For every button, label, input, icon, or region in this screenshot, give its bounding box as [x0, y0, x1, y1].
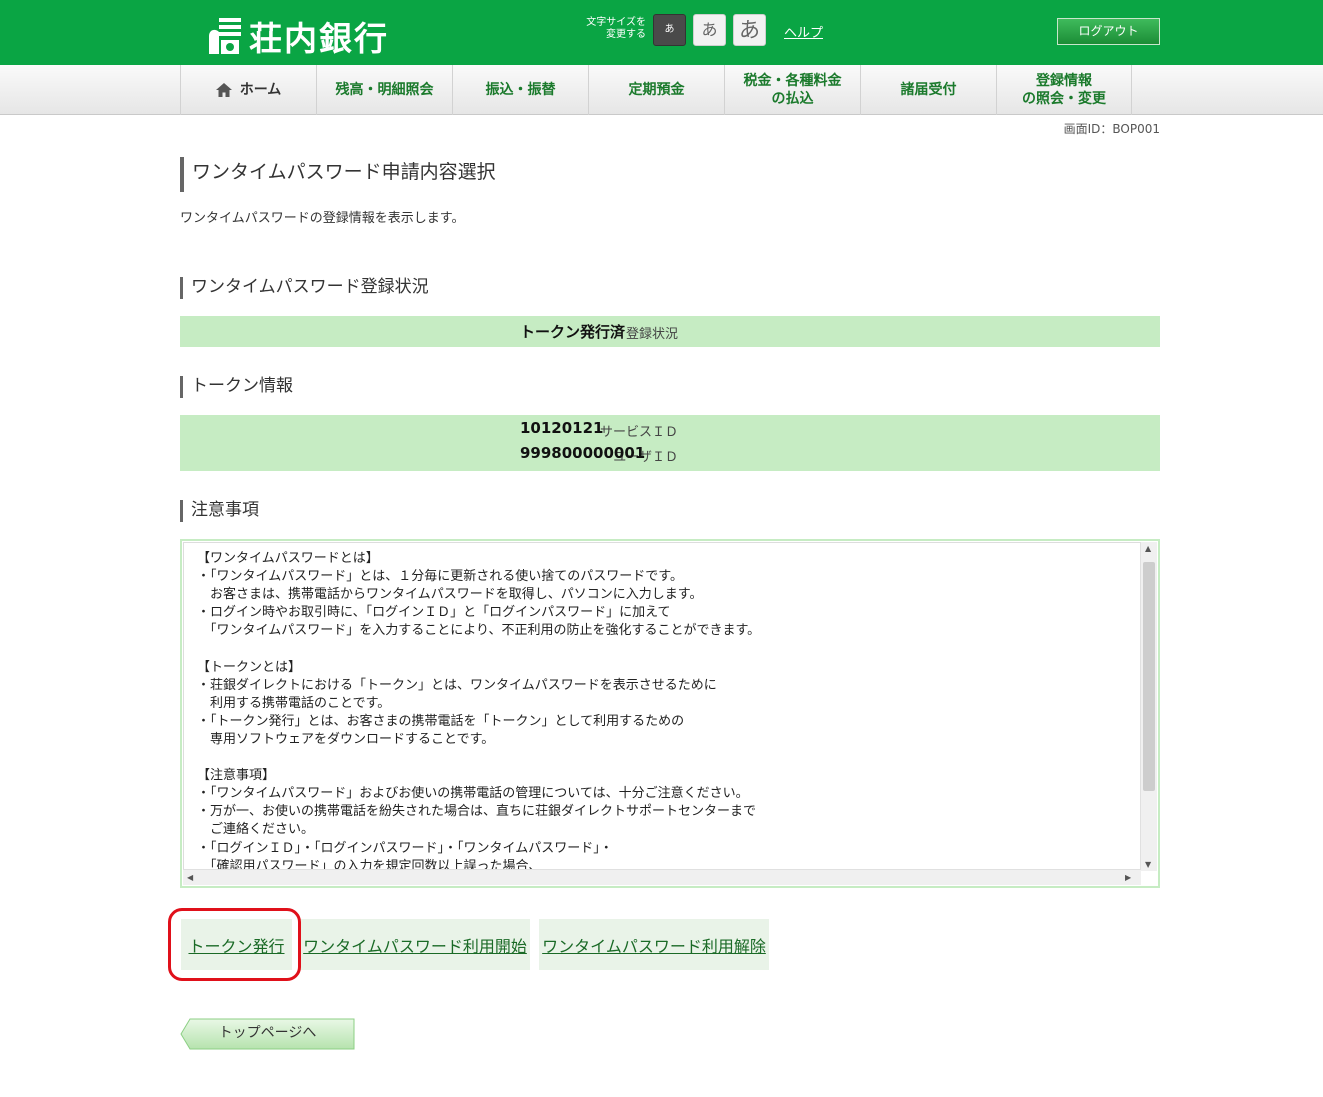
scroll-down-icon[interactable]: ▼	[1145, 860, 1151, 869]
font-size-medium-button[interactable]: あ	[693, 14, 726, 46]
token-info-panel: サービスＩＤ 10120121 ユーザＩＤ 999800000001	[180, 415, 1160, 471]
scroll-right-icon[interactable]: ▶	[1125, 873, 1131, 882]
service-id-value: 10120121	[520, 419, 604, 437]
nav-item-time-deposit[interactable]: 定期預金	[588, 65, 724, 115]
notes-viewport: 【ワンタイムパスワードとは】 ・「ワンタイムパスワード」とは、１分毎に更新される…	[183, 542, 1141, 871]
nav-item-label: 定期預金	[628, 82, 685, 98]
cancel-otp-button[interactable]: ワンタイムパスワード利用解除	[539, 919, 769, 970]
notes-text: 【ワンタイムパスワードとは】 ・「ワンタイムパスワード」とは、１分毎に更新される…	[197, 551, 761, 871]
page-description: ワンタイムパスワードの登録情報を表示します。	[180, 211, 465, 226]
registration-value: トークン発行済	[520, 323, 626, 341]
nav-item-label: 登録情報 の照会・変更	[1022, 73, 1106, 107]
font-size-small-button[interactable]: あ	[653, 14, 686, 46]
highlight-ring	[168, 908, 301, 981]
nav-item-transfer[interactable]: 振込・振替	[452, 65, 588, 115]
notes-textarea[interactable]: 【ワンタイムパスワードとは】 ・「ワンタイムパスワード」とは、１分毎に更新される…	[180, 539, 1160, 888]
nav-item-balance[interactable]: 残高・明細照会	[316, 65, 452, 115]
logout-button[interactable]: ログアウト	[1057, 18, 1160, 45]
font-size-label: 文字サイズを 変更する	[572, 17, 646, 41]
main-nav: ホーム 残高・明細照会 振込・振替 定期預金 税金・各種料金 の払込 諸届受付 …	[0, 65, 1323, 115]
bank-logo-icon	[205, 16, 243, 56]
service-id-label: サービスＩＤ	[599, 425, 678, 440]
token-info-heading: トークン情報	[180, 376, 293, 398]
help-link[interactable]: ヘルプ	[784, 22, 823, 41]
registration-heading: ワンタイムパスワード登録状況	[180, 277, 429, 299]
bank-name: 荘内銀行	[249, 19, 389, 58]
nav-item-label: 振込・振替	[485, 82, 556, 98]
font-size-label-line2: 変更する	[606, 29, 646, 40]
nav-item-home[interactable]: ホーム	[180, 65, 316, 115]
nav-item-label: ホーム	[239, 82, 282, 98]
font-size-large-button[interactable]: あ	[733, 14, 766, 46]
registration-label: 登録状況	[625, 327, 678, 342]
nav-item-label: 残高・明細照会	[335, 82, 434, 98]
start-otp-button[interactable]: ワンタイムパスワード利用開始	[300, 919, 530, 970]
header-bar: 荘内銀行 文字サイズを 変更する あ あ あ ヘルプ ログアウト	[0, 0, 1323, 65]
screen-id: 画面ID：BOP001	[1063, 122, 1160, 136]
scroll-up-icon[interactable]: ▲	[1145, 544, 1151, 553]
nav-item-tax-payment[interactable]: 税金・各種料金 の払込	[724, 65, 860, 115]
top-page-label: トップページへ	[218, 1025, 317, 1041]
nav-item-registration-info[interactable]: 登録情報 の照会・変更	[996, 65, 1132, 115]
page-title: ワンタイムパスワード申請内容選択	[180, 157, 496, 192]
notes-heading: 注意事項	[180, 500, 259, 522]
nav-item-applications[interactable]: 諸届受付	[860, 65, 996, 115]
user-id-value: 999800000001	[520, 444, 646, 462]
bank-logo[interactable]: 荘内銀行	[205, 12, 389, 60]
scroll-thumb[interactable]	[1143, 562, 1155, 791]
nav-item-label: 諸届受付	[900, 82, 957, 98]
nav-item-label: 税金・各種料金 の払込	[743, 73, 842, 107]
top-page-button[interactable]: トップページへ	[180, 1018, 355, 1050]
registration-panel: 登録状況 トークン発行済	[180, 316, 1160, 347]
font-size-label-line1: 文字サイズを	[586, 17, 646, 28]
home-icon	[215, 83, 232, 97]
vertical-scrollbar[interactable]: ▲ ▼	[1140, 542, 1157, 871]
horizontal-scrollbar[interactable]: ◀ ▶	[183, 869, 1141, 885]
scroll-left-icon[interactable]: ◀	[187, 873, 193, 882]
